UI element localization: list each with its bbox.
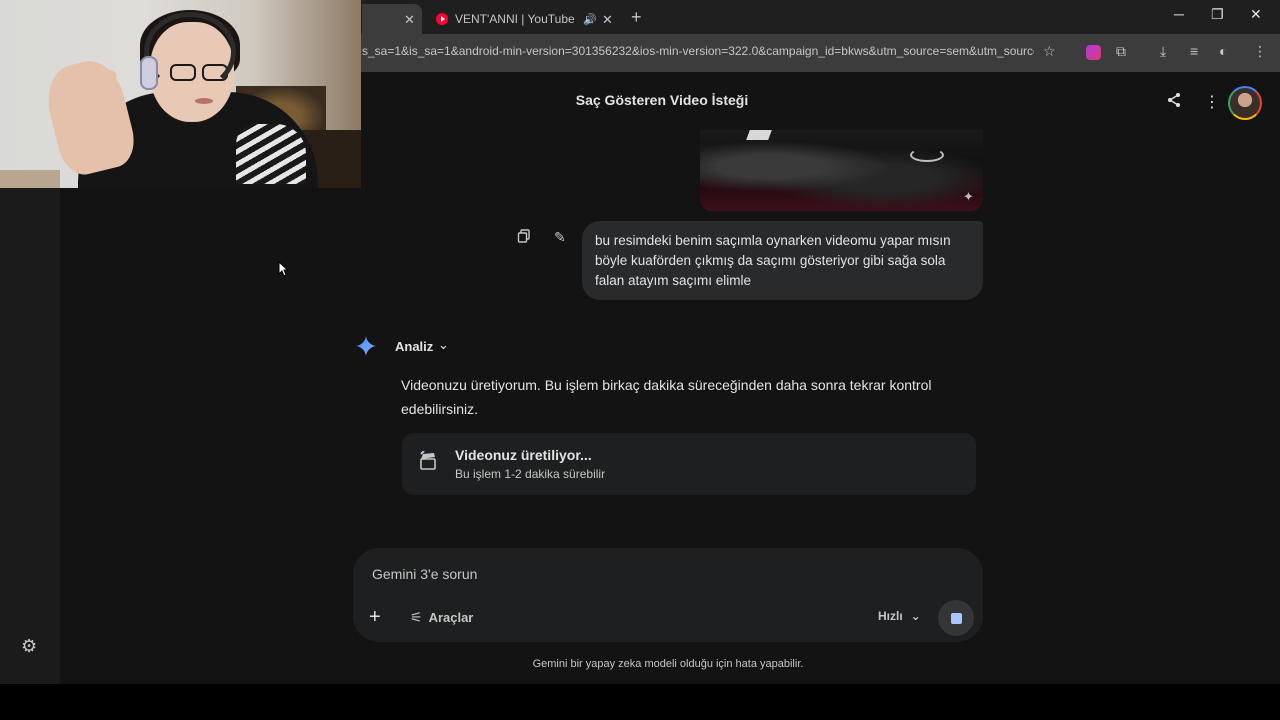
more-vert-icon[interactable]: ⋮ xyxy=(1204,92,1220,112)
chevron-down-icon[interactable]: ⌄ xyxy=(438,337,449,353)
minimize-button[interactable]: ─ xyxy=(1174,6,1184,22)
sparkle-icon: ✦ xyxy=(963,189,974,204)
copy-icon[interactable] xyxy=(517,229,531,246)
avatar[interactable] xyxy=(1228,86,1262,120)
stop-generation-button[interactable] xyxy=(938,600,974,636)
mode-selector[interactable]: Hızlı ⌄ xyxy=(878,609,921,623)
clapperboard-icon xyxy=(420,451,436,470)
bookmark-star-icon[interactable]: ☆ xyxy=(1043,43,1056,60)
edit-icon[interactable]: ✎ xyxy=(554,229,566,246)
settings-gear-icon[interactable]: ⚙ xyxy=(21,636,37,657)
prompt-composer xyxy=(353,548,983,642)
response-text: Videonuzu üretiyorum. Bu işlem birkaç da… xyxy=(401,377,932,417)
youtube-music-icon xyxy=(436,13,448,25)
extension-purple-icon[interactable] xyxy=(1086,45,1101,60)
close-window-button[interactable]: ✕ xyxy=(1250,6,1262,23)
uploaded-image[interactable] xyxy=(700,130,983,211)
puzzle-icon[interactable]: ⧉ xyxy=(1116,43,1126,60)
add-attachment-button[interactable]: + xyxy=(369,607,381,627)
chevron-down-icon: ⌄ xyxy=(910,609,921,623)
tab-close-icon[interactable]: ✕ xyxy=(404,12,415,28)
download-icon[interactable]: ⤓ xyxy=(1160,43,1166,60)
webcam-overlay xyxy=(0,0,361,188)
screen-bottom-bar xyxy=(0,684,1280,720)
webcam-person-lips xyxy=(195,98,213,104)
tools-label: Araçlar xyxy=(428,610,474,625)
image-highlight xyxy=(746,130,772,140)
maximize-button[interactable]: ❐ xyxy=(1211,6,1224,23)
media-control-icon[interactable]: ≡ xyxy=(1190,43,1198,59)
video-card-title: Videonuz üretiliyor... xyxy=(455,447,592,463)
speaker-icon[interactable]: 🔊 xyxy=(583,13,597,26)
webcam-person-sleeve xyxy=(236,124,306,184)
tools-button[interactable]: ⚟ Araçlar xyxy=(410,609,473,626)
tab-youtube-music[interactable]: VENT'ANNI | YouTube Music 🔊 ✕ xyxy=(428,4,628,34)
user-message-bubble: bu resimdeki benim saçımla oynarken vide… xyxy=(582,221,983,300)
video-generation-card[interactable] xyxy=(402,433,976,495)
video-card-subtitle: Bu işlem 1-2 dakika sürebilir xyxy=(455,467,606,481)
profile-icon[interactable]: ◐ xyxy=(1219,43,1227,59)
gemini-logo-icon xyxy=(356,336,376,356)
webcam-background xyxy=(0,170,60,188)
webcam-headset-earcup xyxy=(140,56,158,90)
disclaimer: Gemini bir yapay zeka modeli olduğu için… xyxy=(532,658,804,670)
sliders-icon: ⚟ xyxy=(410,609,423,625)
tab-title: VENT'ANNI | YouTube Music xyxy=(455,12,577,26)
conversation-title: Saç Gösteren Video İsteği xyxy=(575,92,749,108)
tab-close-icon[interactable]: ✕ xyxy=(602,12,613,28)
stop-icon xyxy=(950,612,962,624)
chrome-menu-icon[interactable]: ⋮ xyxy=(1253,43,1267,60)
model-chip-label[interactable]: Analiz xyxy=(395,339,433,354)
new-tab-button[interactable]: + xyxy=(631,7,642,28)
mouse-cursor-icon xyxy=(278,261,288,277)
share-icon[interactable] xyxy=(1166,92,1182,113)
mode-label: Hızlı xyxy=(878,609,903,623)
prompt-input[interactable] xyxy=(372,566,932,582)
address-bar[interactable]: s_sa=1&is_sa=1&android-min-version=30135… xyxy=(362,44,1034,58)
tab-active[interactable]: ✕ xyxy=(362,4,422,34)
image-highlight xyxy=(910,148,944,162)
